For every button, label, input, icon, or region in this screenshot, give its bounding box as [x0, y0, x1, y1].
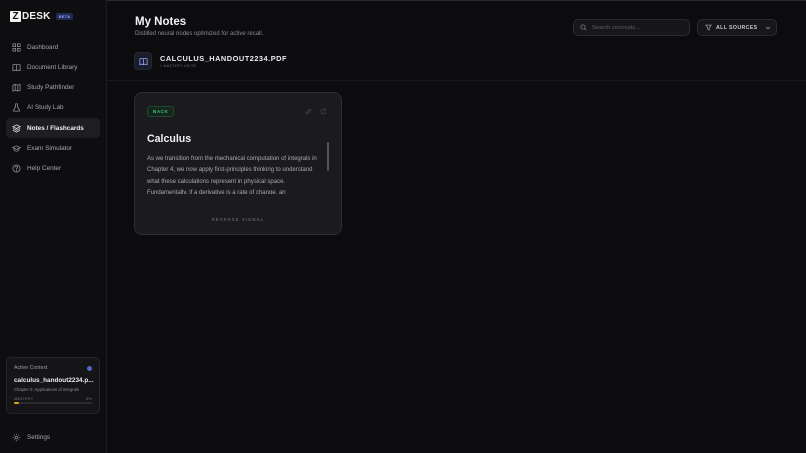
- edit-pencil-icon[interactable]: [305, 108, 312, 115]
- all-sources-dropdown[interactable]: ALL SOURCES: [697, 19, 777, 36]
- beta-badge: BETA: [55, 13, 74, 20]
- layers-icon: [12, 124, 21, 133]
- document-header: CALCULUS_HANDOUT2234.PDF 1 MASTERY UNITS: [134, 52, 287, 70]
- document-name: CALCULUS_HANDOUT2234.PDF: [160, 54, 287, 63]
- sidebar-item-label: Document Library: [27, 63, 78, 71]
- sidebar-nav: Dashboard Document Library Study Pathfin…: [6, 37, 100, 179]
- page-title: My Notes: [135, 16, 187, 28]
- grid-icon: [12, 42, 21, 52]
- section-divider: [107, 80, 806, 81]
- mastery-progress-fill: [14, 402, 19, 404]
- active-context-label: Active Context: [14, 365, 48, 371]
- sidebar: Z DESK BETA Dashboard Document Library S…: [0, 0, 107, 453]
- mastery-label: MASTERY: [14, 397, 34, 401]
- gear-icon: [12, 433, 21, 442]
- active-context-file: calculus_handout2234.p...: [14, 377, 94, 384]
- mastery-progress-bar: [14, 402, 92, 404]
- sidebar-item-label: Exam Simulator: [27, 144, 73, 152]
- card-body: As we transition from the mechanical com…: [147, 156, 317, 194]
- reverse-signal-button[interactable]: REVERSE SIGNAL: [135, 217, 341, 222]
- status-dot-icon: [87, 365, 92, 371]
- sidebar-item-study-pathfinder[interactable]: Study Pathfinder: [6, 78, 100, 98]
- search-box[interactable]: [573, 19, 690, 36]
- settings-label: Settings: [27, 434, 51, 441]
- document-units: 1 MASTERY UNITS: [160, 64, 197, 68]
- sidebar-item-notes-flashcards[interactable]: Notes / Flashcards: [6, 118, 100, 139]
- refresh-icon[interactable]: [320, 108, 327, 115]
- card-title: Calculus: [147, 133, 192, 145]
- sidebar-item-label: Notes / Flashcards: [27, 124, 84, 132]
- active-context-card[interactable]: Active Context calculus_handout2234.p...…: [6, 357, 100, 414]
- search-input[interactable]: [592, 24, 687, 31]
- help-circle-icon: [12, 164, 21, 173]
- flashcard[interactable]: BACK Calculus As we transition from the …: [134, 92, 342, 235]
- graduation-cap-icon: [12, 144, 21, 153]
- page-subtitle: Distilled neural nodes optimized for act…: [135, 31, 264, 37]
- active-context-chapter: Chapter 0: Applications of Integrals: [14, 387, 79, 392]
- sidebar-item-label: AI Study Lab: [27, 104, 64, 112]
- app-logo[interactable]: Z DESK BETA: [10, 11, 74, 22]
- sidebar-item-label: Dashboard: [27, 43, 59, 51]
- sidebar-item-ai-study-lab[interactable]: AI Study Lab: [6, 98, 100, 118]
- sidebar-item-dashboard[interactable]: Dashboard: [6, 37, 100, 57]
- card-tools: [297, 108, 327, 115]
- sources-label: ALL SOURCES: [716, 24, 758, 31]
- map-icon: [12, 83, 21, 92]
- sidebar-item-exam-simulator[interactable]: Exam Simulator: [6, 138, 100, 158]
- filter-icon: [705, 24, 712, 31]
- sidebar-item-label: Study Pathfinder: [27, 84, 75, 92]
- logo-mark: Z: [10, 11, 21, 22]
- card-side-badge: BACK: [147, 106, 175, 117]
- flask-icon: [12, 103, 21, 112]
- open-book-icon: [138, 57, 148, 65]
- document-icon-box: [134, 52, 152, 70]
- top-border: [0, 0, 806, 1]
- settings-button[interactable]: Settings: [12, 433, 50, 442]
- chevron-down-icon: [765, 26, 770, 29]
- sidebar-item-help-center[interactable]: Help Center: [6, 159, 100, 179]
- mastery-value: 6%: [86, 397, 92, 401]
- sidebar-item-document-library[interactable]: Document Library: [6, 57, 100, 77]
- card-scrollbar[interactable]: [327, 142, 329, 171]
- logo-text: DESK: [22, 11, 51, 22]
- book-icon: [12, 63, 21, 72]
- sidebar-item-label: Help Center: [27, 165, 62, 173]
- search-icon: [580, 24, 587, 31]
